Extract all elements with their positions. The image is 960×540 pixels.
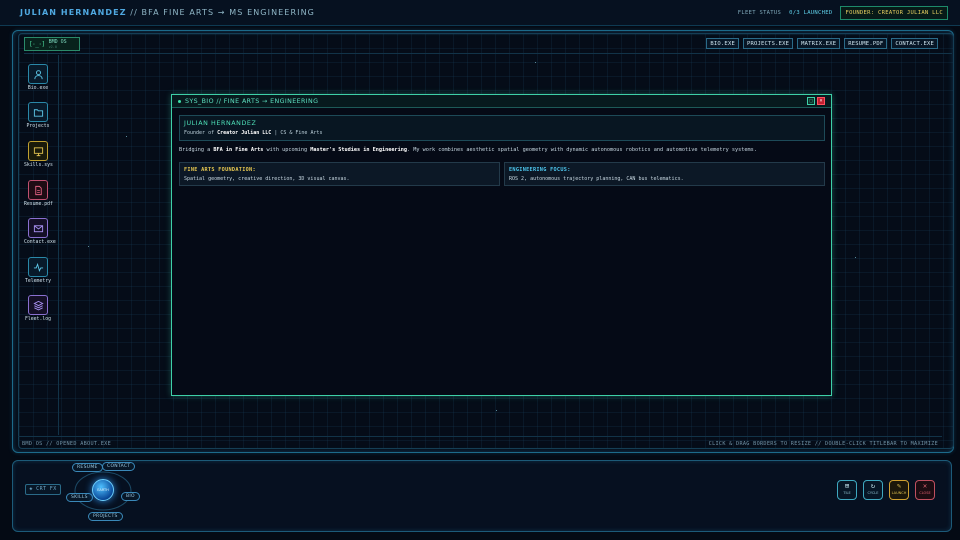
desktop-icon-label: Resume.pdf (24, 202, 53, 207)
header-divider (24, 53, 952, 54)
bio-highlight-bfa: BFA in Fine Arts (213, 147, 264, 153)
os-logo-name: BMD OS (48, 38, 67, 45)
os-logo-version: v2.0 (48, 44, 57, 49)
bio-text-1: Bridging a (179, 147, 211, 153)
window-titlebar[interactable]: SYS_BIO // FINE ARTS → ENGINEERING □ × (172, 95, 831, 108)
close-icon: ✕ (922, 482, 928, 490)
profile-company: Creator Julian LLC (217, 130, 272, 136)
engineering-body: ROS 2, autonomous trajectory planning, C… (509, 176, 684, 182)
quick-link-resume[interactable]: RESUME.PDF (844, 38, 888, 49)
layers-icon (28, 295, 48, 315)
quick-link-contact[interactable]: CONTACT.EXE (891, 38, 938, 49)
desktop-icon-resume[interactable]: Resume.pdf (24, 180, 53, 207)
fine-arts-heading: FINE ARTS FOUNDATION: (184, 167, 256, 173)
quick-link-matrix[interactable]: MATRIX.EXE (797, 38, 841, 49)
desktop-icon-label: Bio.exe (27, 86, 49, 91)
desktop-icon-telemetry[interactable]: Telemetry (24, 257, 52, 284)
profile-card: JULIAN HERNANDEZ Founder of Creator Juli… (179, 115, 825, 141)
status-bar: BMD OS // OPENED ABOUT.EXE CLICK & DRAG … (18, 436, 942, 450)
owner-name: JULIAN HERNANDEZ (20, 8, 127, 17)
fine-arts-card: FINE ARTS FOUNDATION: Spatial geometry, … (179, 162, 500, 186)
tile-label: TILE (843, 491, 851, 495)
bio-text-2: with upcoming (266, 147, 308, 153)
quick-link-bio[interactable]: BIO.EXE (706, 38, 739, 49)
fleet-status-value: 0/3 LAUNCHED (789, 9, 833, 16)
launch-button[interactable]: ✎ LAUNCH (889, 480, 909, 500)
tile-button[interactable]: ⊞ TILE (837, 480, 857, 500)
quick-link-projects[interactable]: PROJECTS.EXE (742, 38, 794, 49)
page-title: JULIAN HERNANDEZ // BFA FINE ARTS → MS E… (20, 8, 315, 17)
profile-suffix: | CS & Fine Arts (274, 130, 323, 136)
orbit-bio[interactable]: BIO (121, 492, 140, 501)
fine-arts-body: Spatial geometry, creative direction, 3D… (184, 176, 350, 182)
close-label: CLOSE (919, 491, 931, 495)
orbit-skills[interactable]: SKILLS (66, 493, 93, 502)
monitor-icon (28, 141, 48, 161)
sidebar-divider (58, 55, 59, 435)
engineering-heading: ENGINEERING FOCUS: (509, 167, 571, 173)
status-left: BMD OS // OPENED ABOUT.EXE (22, 440, 112, 447)
desktop-icon-skills[interactable]: Skills.sys (24, 141, 53, 168)
fleet-status-label: FLEET STATUS (737, 9, 782, 16)
close-all-button[interactable]: ✕ CLOSE (915, 480, 935, 500)
quick-links: BIO.EXE PROJECTS.EXE MATRIX.EXE RESUME.P… (706, 38, 938, 49)
founder-badge: FOUNDER: CREATOR JULIAN LLC (840, 5, 948, 20)
close-button[interactable]: × (817, 97, 825, 105)
status-dot-icon (178, 99, 181, 103)
window-title: SYS_BIO // FINE ARTS → ENGINEERING (185, 97, 319, 105)
desktop-icon-label: Contact.exe (24, 240, 56, 245)
os-logo[interactable]: [·_·] BMD OS v2.0 (24, 37, 80, 51)
orbit-projects[interactable]: PROJECTS (88, 512, 123, 521)
cycle-label: CYCLE (867, 491, 879, 495)
desktop-icon-label: Projects (26, 124, 50, 129)
profile-prefix: Founder of (184, 130, 215, 136)
robot-face-icon: [·_·] (29, 40, 45, 48)
desktop-icon-contact[interactable]: Contact.exe (24, 218, 56, 245)
engineering-card: ENGINEERING FOCUS: ROS 2, autonomous tra… (504, 162, 825, 186)
pen-icon: ✎ (896, 482, 902, 490)
desktop-icon-fleet[interactable]: Fleet.log (24, 295, 52, 322)
earth-launcher[interactable]: EARTH (92, 479, 114, 501)
launch-label: LAUNCH (891, 491, 907, 495)
mail-icon (28, 218, 48, 238)
desktop-icon-label: Skills.sys (24, 163, 53, 168)
bio-text-3: . My work combines aesthetic spatial geo… (407, 147, 757, 153)
title-subtitle: // BFA FINE ARTS → MS ENGINEERING (130, 8, 315, 17)
cycle-button[interactable]: ↻ CYCLE (863, 480, 883, 500)
desktop-icon-label: Telemetry (25, 279, 51, 284)
status-hint: CLICK & DRAG BORDERS TO RESIZE // DOUBLE… (708, 440, 938, 447)
orbit-resume[interactable]: RESUME (72, 463, 103, 472)
dock (12, 460, 952, 532)
bio-paragraph: Bridging a BFA in Fine Arts with upcomin… (179, 147, 757, 153)
orbit-contact[interactable]: CONTACT (102, 462, 136, 471)
bio-highlight-masters: Master's Studies in Engineering (310, 147, 408, 153)
user-icon (28, 64, 48, 84)
bio-window[interactable]: SYS_BIO // FINE ARTS → ENGINEERING □ × J… (171, 94, 832, 396)
document-icon (28, 180, 48, 200)
desktop-icon-bio[interactable]: Bio.exe (24, 64, 52, 91)
refresh-icon: ↻ (870, 482, 876, 490)
profile-name: JULIAN HERNANDEZ (184, 120, 257, 127)
grid-icon: ⊞ (844, 482, 850, 490)
top-bar: JULIAN HERNANDEZ // BFA FINE ARTS → MS E… (0, 0, 960, 26)
pulse-icon (28, 257, 48, 277)
profile-subtitle: Founder of Creator Julian LLC | CS & Fin… (184, 130, 820, 136)
desktop-icon-label: Fleet.log (25, 317, 51, 322)
folder-icon (28, 102, 48, 122)
desktop-icon-projects[interactable]: Projects (24, 102, 52, 129)
maximize-button[interactable]: □ (807, 97, 815, 105)
crt-fx-toggle[interactable]: ◈ CRT FX (25, 484, 61, 495)
